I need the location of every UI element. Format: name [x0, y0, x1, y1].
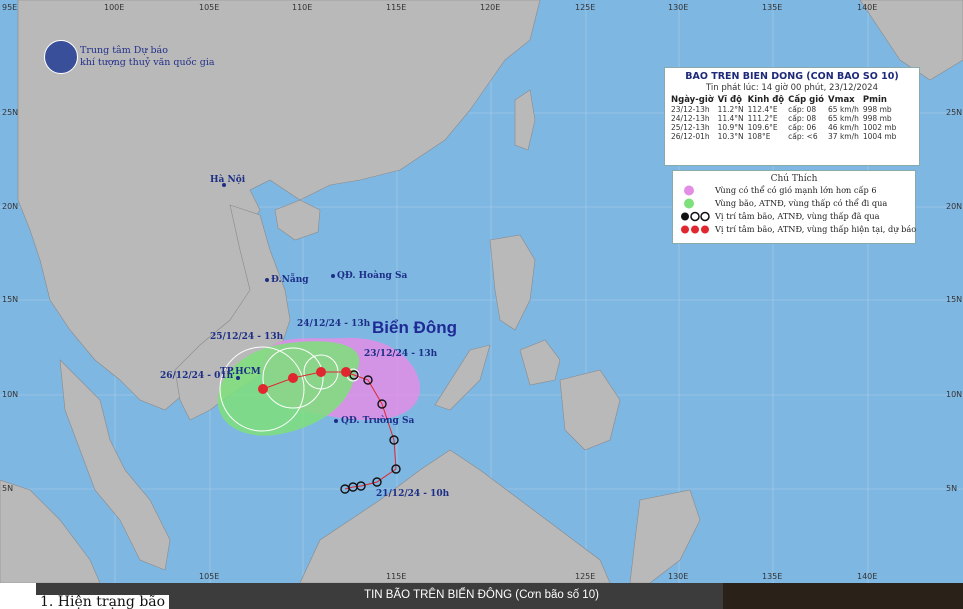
- track-label: 24/12/24 - 13h: [297, 319, 371, 329]
- table-row: 24/12-13h 11.4°N 111.2°E cấp: 08 65 km/h…: [669, 114, 898, 123]
- cell: 26/12-01h: [671, 132, 710, 141]
- cell: 10.3°N: [717, 132, 744, 141]
- lon-tick-bottom: 130E: [668, 572, 689, 581]
- table-row: 23/12-13h 11.2°N 112.4°E cấp: 08 65 km/h…: [669, 105, 898, 114]
- corner-tick: 95E: [2, 3, 18, 12]
- legend-title: Chú Thích: [770, 174, 818, 184]
- lat-tick-right: 5N: [946, 484, 958, 493]
- place-spratly: QĐ. Trường Sa: [341, 416, 415, 426]
- sea-title: Biển Đông: [372, 318, 457, 337]
- cell: 25/12-13h: [671, 123, 710, 132]
- lon-tick: 105E: [199, 3, 220, 12]
- bulletin-title: BAO TREN BIEN DONG (CON BAO SO 10): [685, 71, 899, 82]
- lon-tick-bottom: 105E: [199, 572, 220, 581]
- cell: 24/12-13h: [671, 114, 710, 123]
- storm-map: 100E 105E 110E 115E 120E 125E 130E 135E …: [0, 0, 963, 583]
- lat-tick-right: 20N: [946, 202, 963, 211]
- section-heading: 1. Hiện trạng bão: [36, 595, 170, 609]
- place-danang: Đ.Nẵng: [271, 275, 309, 285]
- header-vmax: Vmax: [828, 95, 855, 105]
- cell: 108°E: [747, 132, 771, 141]
- cell: cấp: 08: [788, 114, 817, 123]
- lon-tick: 140E: [857, 3, 878, 12]
- cell: 11.2°N: [717, 105, 744, 114]
- table-header-row: Ngày-giờ Vĩ độ Kinh độ Cấp gió Vmax Pmin: [669, 95, 898, 105]
- cell: cấp: 08: [788, 105, 817, 114]
- lon-tick: 125E: [575, 3, 596, 12]
- header-wind: Cấp gió: [788, 95, 825, 105]
- cell: cấp: <6: [788, 132, 818, 141]
- cell: 37 km/h: [828, 132, 859, 141]
- track-label: 25/12/24 - 13h: [210, 332, 284, 342]
- cell: 109.6°E: [747, 123, 778, 132]
- table-row: 25/12-13h 10.9°N 109.6°E cấp: 06 46 km/h…: [669, 123, 898, 132]
- cell: 1002 mb: [862, 123, 897, 132]
- cell: 111.2°E: [747, 114, 778, 123]
- lat-tick-right: 10N: [946, 390, 963, 399]
- agency-name-line1: Trung tâm Dự báo: [80, 45, 168, 56]
- past-storm-icon: [681, 211, 710, 222]
- cell: 10.9°N: [717, 123, 744, 132]
- cell: cấp: 06: [788, 123, 817, 132]
- lon-tick-bottom: 115E: [386, 572, 407, 581]
- cell: 23/12-13h: [671, 105, 710, 114]
- legend-item-label: Vùng có thể có gió mạnh lớn hơn cấp 6: [715, 185, 877, 195]
- lon-tick: 115E: [386, 3, 407, 12]
- cell: 1004 mb: [862, 132, 897, 141]
- lat-tick: 5N: [2, 484, 14, 493]
- lat-tick-right: 15N: [946, 295, 963, 304]
- forecast-60h-icon: [258, 384, 268, 394]
- lat-tick-right: 25N: [946, 108, 963, 117]
- cell: 46 km/h: [828, 123, 859, 132]
- map-legend: Chú Thích Vùng có thể có gió mạnh lớn hơ…: [672, 170, 916, 244]
- cell: 112.4°E: [747, 105, 778, 114]
- header-pmin: Pmin: [862, 95, 887, 105]
- lat-tick: 10N: [2, 390, 19, 399]
- legend-item: Vùng bão, ATNĐ, vùng thấp có thể đi qua: [679, 197, 915, 210]
- lon-tick: 110E: [292, 3, 313, 12]
- cell: 65 km/h: [828, 114, 859, 123]
- lon-tick: 120E: [480, 3, 501, 12]
- lat-tick: 25N: [2, 108, 19, 117]
- lon-tick-bottom: 125E: [575, 572, 596, 581]
- header-lon: Kinh độ: [747, 95, 785, 105]
- lon-tick: 130E: [668, 3, 689, 12]
- cell: 998 mb: [862, 105, 892, 114]
- header-time: Ngày-giờ: [671, 95, 714, 105]
- pink-zone-icon: [684, 185, 694, 196]
- lon-tick-bottom: 135E: [762, 572, 783, 581]
- track-label: 23/12/24 - 13h: [364, 349, 438, 359]
- place-paracel: QĐ. Hoàng Sa: [337, 271, 408, 281]
- cell: 11.4°N: [717, 114, 744, 123]
- lat-tick: 15N: [2, 295, 19, 304]
- agency-name-line2: khí tượng thuỷ văn quốc gia: [80, 57, 215, 68]
- lon-tick-bottom: 140E: [857, 572, 878, 581]
- lon-tick: 135E: [762, 3, 783, 12]
- table-row: 26/12-01h 10.3°N 108°E cấp: <6 37 km/h 1…: [669, 132, 898, 141]
- storm-bulletin-table: BAO TREN BIEN DONG (CON BAO SO 10) Tin p…: [664, 67, 920, 166]
- bulletin-subtitle: Tin phát lúc: 14 giờ 00 phút, 23/12/2024: [706, 83, 878, 93]
- lon-tick: 100E: [104, 3, 125, 12]
- legend-item: Vị trí tâm bão, ATNĐ, vùng thấp đã qua: [679, 210, 915, 223]
- forecast-storm-icon: [681, 225, 709, 234]
- legend-item-label: Vị trí tâm bão, ATNĐ, vùng thấp hiện tại…: [715, 224, 917, 234]
- legend-item: Vùng có thể có gió mạnh lớn hơn cấp 6: [679, 184, 915, 197]
- cell: 998 mb: [862, 114, 892, 123]
- forecast-24h-icon: [316, 367, 326, 377]
- place-hanoi: Hà Nội: [210, 175, 246, 185]
- header-lat: Vĩ độ: [717, 95, 742, 105]
- agency-logo: [44, 40, 78, 74]
- legend-item: Vị trí tâm bão, ATNĐ, vùng thấp hiện tại…: [679, 223, 917, 236]
- forecast-current-icon: [341, 367, 351, 377]
- green-zone-icon: [684, 198, 694, 209]
- lat-tick: 20N: [2, 202, 19, 211]
- track-label: 26/12/24 - 01h: [160, 371, 234, 381]
- legend-item-label: Vị trí tâm bão, ATNĐ, vùng thấp đã qua: [715, 211, 880, 221]
- cell: 65 km/h: [828, 105, 859, 114]
- legend-item-label: Vùng bão, ATNĐ, vùng thấp có thể đi qua: [715, 198, 888, 208]
- forecast-48h-icon: [288, 373, 298, 383]
- bulletin-data-table: Ngày-giờ Vĩ độ Kinh độ Cấp gió Vmax Pmin…: [669, 95, 898, 141]
- track-label: 21/12/24 - 10h: [376, 489, 450, 499]
